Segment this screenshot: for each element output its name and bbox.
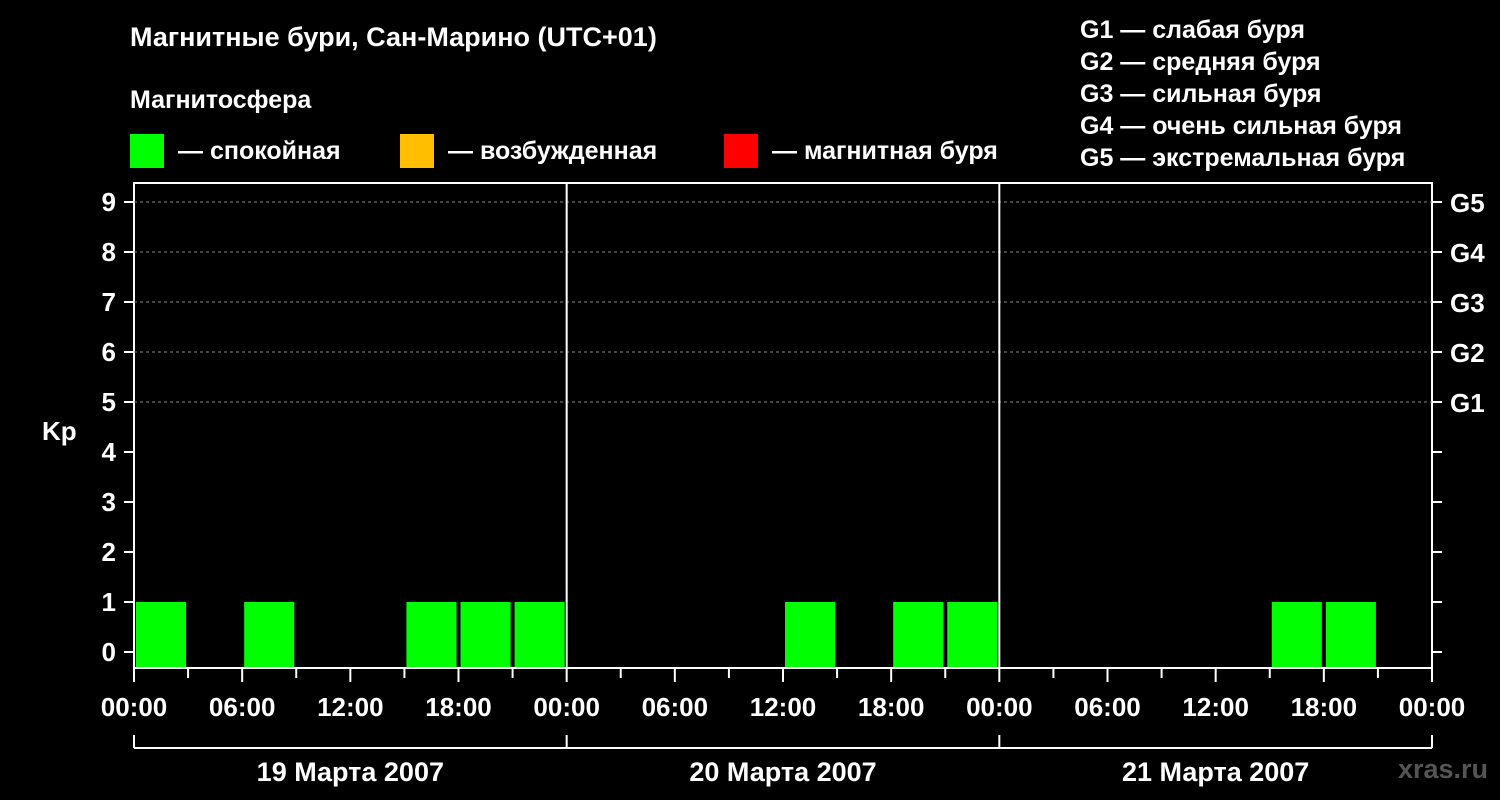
watermark: xras.ru xyxy=(1397,754,1488,784)
x-tick-label-7: 18:00 xyxy=(858,692,925,722)
y-tick-label-8: 8 xyxy=(102,237,116,267)
y-tick-label-9: 9 xyxy=(102,187,116,217)
kp-bar-14 xyxy=(893,602,944,667)
kp-bar-7 xyxy=(514,602,565,667)
day-label-0: 19 Марта 2007 xyxy=(257,757,444,787)
x-tick-label-5: 06:00 xyxy=(642,692,709,722)
x-tick-label-8: 00:00 xyxy=(966,692,1033,722)
y-tick-label-2: 2 xyxy=(102,537,116,567)
y-tick-label-7: 7 xyxy=(102,287,116,317)
x-tick-label-0: 00:00 xyxy=(101,692,168,722)
g-label-g5: G5 xyxy=(1450,188,1485,218)
day-label-2: 21 Марта 2007 xyxy=(1122,757,1309,787)
kp-bar-5 xyxy=(406,602,457,667)
x-tick-label-3: 18:00 xyxy=(425,692,492,722)
g-label-g3: G3 xyxy=(1450,288,1485,318)
x-tick-label-12: 00:00 xyxy=(1399,692,1466,722)
y-tick-label-0: 0 xyxy=(102,637,116,667)
kp-bar-12 xyxy=(785,602,836,667)
y-tick-label-1: 1 xyxy=(102,587,116,617)
kp-bar-15 xyxy=(947,602,998,667)
g-label-g4: G4 xyxy=(1450,238,1485,268)
kp-bar-2 xyxy=(244,602,295,667)
x-tick-label-10: 12:00 xyxy=(1182,692,1249,722)
y-tick-label-4: 4 xyxy=(102,437,117,467)
y-axis-label: Kp xyxy=(42,416,77,446)
x-tick-label-2: 12:00 xyxy=(317,692,384,722)
x-tick-label-6: 12:00 xyxy=(750,692,817,722)
x-tick-label-9: 06:00 xyxy=(1074,692,1141,722)
x-tick-label-11: 18:00 xyxy=(1291,692,1358,722)
y-tick-label-3: 3 xyxy=(102,487,116,517)
kp-bar-21 xyxy=(1271,602,1322,667)
kp-bar-22 xyxy=(1325,602,1376,667)
kp-bar-6 xyxy=(460,602,511,667)
x-tick-label-1: 06:00 xyxy=(209,692,276,722)
x-tick-label-4: 00:00 xyxy=(533,692,600,722)
g-label-g2: G2 xyxy=(1450,338,1485,368)
kp-bar-0 xyxy=(136,602,187,667)
plot-frame xyxy=(133,182,1433,669)
g-label-g1: G1 xyxy=(1450,388,1485,418)
y-tick-label-5: 5 xyxy=(102,387,116,417)
day-label-1: 20 Марта 2007 xyxy=(689,757,876,787)
y-tick-label-6: 6 xyxy=(102,337,116,367)
kp-chart: 0 1 2 3 4 5 6 7 8 9 Kp G1 G2 G3 G4 G5 00:00 06:00 12:00 18:… xyxy=(42,182,1485,787)
